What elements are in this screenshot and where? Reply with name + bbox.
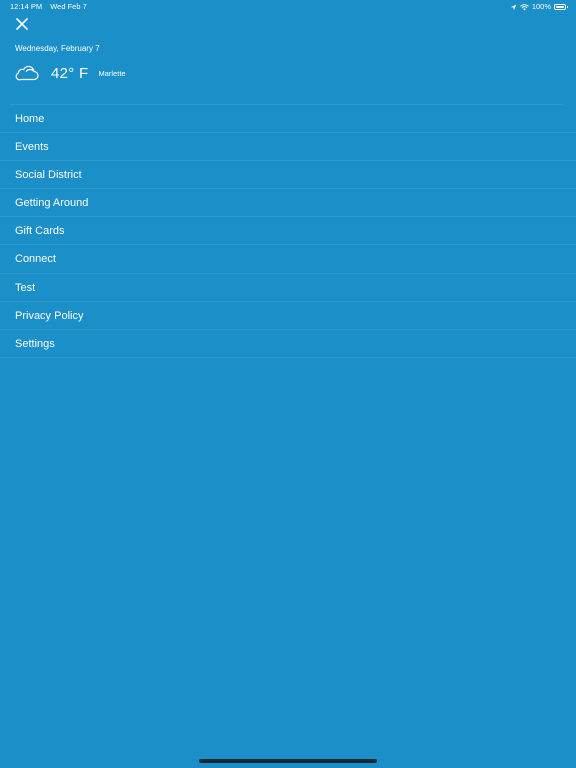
status-time: 12:14 PM bbox=[10, 2, 43, 11]
weather-location: Marlette bbox=[98, 68, 126, 78]
home-indicator[interactable] bbox=[199, 759, 377, 763]
status-date: Wed Feb 7 bbox=[50, 2, 87, 11]
status-bar: 12:14 PM Wed Feb 7 100% bbox=[0, 0, 576, 14]
menu-item-events[interactable]: Events bbox=[0, 133, 576, 162]
menu-item-label: Social District bbox=[15, 169, 82, 182]
menu-item-label: Connect bbox=[15, 253, 56, 266]
location-arrow-icon bbox=[510, 4, 517, 10]
menu-item-label: Gift Cards bbox=[15, 225, 65, 238]
menu-item-label: Getting Around bbox=[15, 197, 89, 210]
weather-widget: 42° F Marlette bbox=[15, 62, 126, 84]
battery-icon bbox=[554, 4, 568, 10]
menu-item-social-district[interactable]: Social District bbox=[0, 161, 576, 190]
status-right: 100% bbox=[510, 0, 568, 14]
menu-item-label: Events bbox=[15, 141, 49, 154]
wifi-icon bbox=[519, 3, 529, 10]
current-date: Wednesday, February 7 bbox=[15, 44, 100, 53]
menu-item-home[interactable]: Home bbox=[0, 105, 576, 134]
close-icon bbox=[16, 18, 28, 30]
menu-item-label: Settings bbox=[15, 337, 55, 350]
battery-percentage: 100% bbox=[531, 2, 551, 11]
battery-level bbox=[556, 6, 564, 8]
menu-item-test[interactable]: Test bbox=[0, 274, 576, 302]
menu-item-getting-around[interactable]: Getting Around bbox=[0, 189, 576, 218]
cloud-icon bbox=[15, 65, 39, 81]
menu-item-label: Home bbox=[15, 113, 45, 125]
menu-item-label: Test bbox=[15, 281, 36, 294]
menu-item-privacy-policy[interactable]: Privacy Policy bbox=[0, 302, 576, 330]
close-button[interactable] bbox=[14, 16, 30, 32]
weather-temperature: 42° F bbox=[51, 64, 89, 82]
status-left: 12:14 PM Wed Feb 7 bbox=[10, 0, 93, 14]
menu-item-gift-cards[interactable]: Gift Cards bbox=[0, 217, 576, 246]
menu-item-label: Privacy Policy bbox=[15, 309, 84, 322]
menu-item-settings[interactable]: Settings bbox=[0, 330, 576, 358]
menu-item-connect[interactable]: Connect bbox=[0, 245, 576, 274]
navigation-menu: Home Events Social District Getting Arou… bbox=[0, 105, 576, 358]
